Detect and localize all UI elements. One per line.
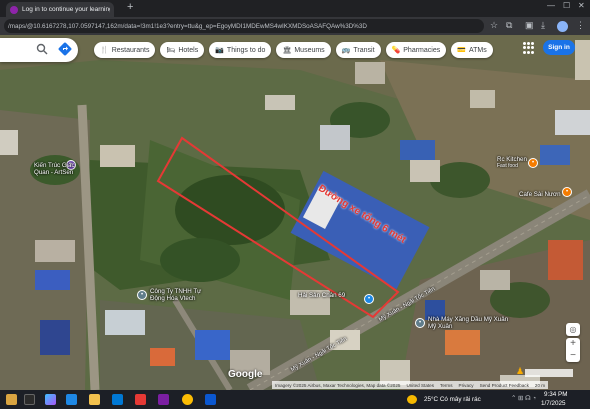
place-label-kien-truc[interactable]: Kiến Trúc Giác Quan - ArtSen [34,162,75,176]
clock-date[interactable]: 1/7/2025 [541,400,566,407]
place-label-hai-san[interactable]: Hải Sản Chân 69 [298,292,345,299]
widgets-icon[interactable] [6,394,17,405]
tray-icons[interactable]: ⌃ ⊞ ☊ ◔ [511,395,536,402]
seafood-marker-icon[interactable]: • [364,294,374,304]
chip-label: Pharmacies [403,46,441,54]
imagery-thumbnails[interactable] [525,369,573,377]
business-marker-icon[interactable]: • [137,290,147,300]
sign-in-button[interactable]: Sign in [543,40,575,55]
pegman-icon[interactable]: ♟ [516,366,524,377]
satellite-map[interactable]: Đường xe tổng 6 mét [0,35,590,390]
windows-taskbar: 25°C Có mây rải rác ⌃ ⊞ ☊ ◔ 9:34 PM 1/7/… [0,390,590,409]
url-text: /maps/@10.6167278,107.0597147,162m/data=… [8,22,367,30]
maximize-icon[interactable]: ☐ [563,1,570,10]
zoom-controls: + − [566,338,580,362]
google-logo: Google [228,369,263,380]
browser-tab-bar: Log in to continue your learning × + — ☐… [0,0,590,17]
my-location-icon[interactable]: ◎ [566,323,580,336]
cafe-marker-icon[interactable]: • [562,187,572,197]
new-tab-icon[interactable]: + [127,1,133,13]
store-icon[interactable] [112,394,123,405]
attribution-bar: Imagery ©2025 Airbus, Maxar Technologies… [272,381,549,389]
chip-atms[interactable]: 💳 ATMs [451,42,493,58]
browser-tab[interactable]: Log in to continue your learning × [6,2,114,17]
zoom-in-button[interactable]: + [566,338,580,350]
search-box[interactable] [0,38,78,62]
search-icon[interactable] [36,43,48,55]
museum-icon: 🏛 [282,47,292,54]
pharmacy-icon: 💊 [391,47,401,54]
chip-label: Restaurants [111,46,150,54]
restaurant-icon: 🍴 [100,47,109,54]
camera-icon: 📷 [215,47,224,54]
downloads-icon[interactable]: ⤓ [541,20,545,31]
word-icon[interactable] [205,394,216,405]
chip-label: Transit [353,46,375,54]
category-chips: 🍴 Restaurants 🛏 Hotels 📷 Things to do 🏛 … [94,42,493,58]
file-explorer-icon[interactable] [89,394,100,405]
screen: Log in to continue your learning × + — ☐… [0,0,590,409]
chip-label: Things to do [226,46,266,54]
url-field[interactable]: /maps/@10.6167278,107.0597147,162m/data=… [4,19,484,33]
factory-marker-icon[interactable]: • [415,318,425,328]
chip-museums[interactable]: 🏛 Museums [276,42,331,58]
google-apps-icon[interactable] [523,42,535,54]
atm-icon: 💳 [457,47,466,54]
place-label-nha-may[interactable]: Nhà Máy Xăng Dầu Mỹ Xuân Mỹ Xuân [428,316,508,330]
transit-icon: 🚌 [341,47,351,54]
directions-icon[interactable] [58,42,72,56]
weather-icon[interactable] [407,395,417,404]
extensions-icon[interactable]: ⧉ [506,20,512,31]
edge-icon[interactable] [66,394,77,405]
zoom-out-button[interactable]: − [566,350,580,362]
chip-restaurants[interactable]: 🍴 Restaurants [94,42,156,58]
copilot-icon[interactable] [45,394,56,405]
search-taskbar-icon[interactable] [24,394,35,405]
bookmark-star-icon[interactable]: ☆ [490,20,498,31]
app-icon-red[interactable] [135,394,146,405]
profile-avatar[interactable] [557,21,568,32]
place-label-rc-kitchen[interactable]: Rc Kitchen Fast food [497,156,527,170]
tab-title: Log in to continue your learning × [22,6,110,13]
menu-icon[interactable]: ⋮ [576,20,585,31]
chip-label: Museums [294,46,325,54]
address-bar: /maps/@10.6167278,107.0597147,162m/data=… [0,17,590,35]
chip-label: ATMs [468,46,487,54]
chrome-icon[interactable] [182,394,193,405]
close-window-icon[interactable]: ✕ [578,1,585,10]
hotel-icon: 🛏 [166,47,176,54]
weather-text[interactable]: 25°C Có mây rải rác [424,396,481,403]
minimize-icon[interactable]: — [547,1,555,10]
satellite-imagery [0,35,590,390]
chip-transit[interactable]: 🚌 Transit [335,42,381,58]
place-label-cong-ty[interactable]: Công Ty TNHH Tự Động Hóa Vtech [150,288,201,302]
place-label-cafe[interactable]: Cafe Sài Nươn [519,191,561,198]
chip-hotels[interactable]: 🛏 Hotels [160,42,205,58]
clock-time[interactable]: 9:34 PM [544,391,567,398]
restaurant-marker-icon[interactable]: • [528,158,538,168]
chip-label: Hotels [178,46,199,54]
sidebar-icon[interactable]: ▣ [525,20,534,31]
app-icon-purple[interactable] [158,394,169,405]
chip-pharmacies[interactable]: 💊 Pharmacies [385,42,447,58]
chip-things-to-do[interactable]: 📷 Things to do [209,42,272,58]
tab-favicon-icon [10,5,18,14]
